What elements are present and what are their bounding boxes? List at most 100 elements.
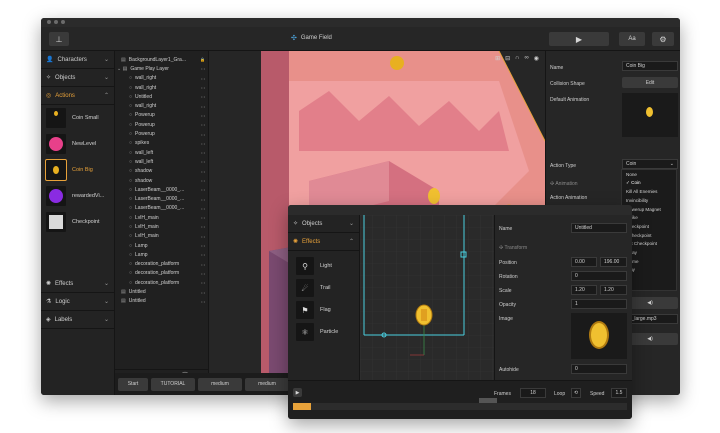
dropdown-option[interactable]: Kill All Enemies [622, 187, 676, 196]
fx-name-field[interactable]: Untitled [571, 223, 627, 233]
link-icon[interactable]: ∞ [524, 55, 528, 62]
layer-row[interactable]: ⌄ ▤ Game Play Layer • • [115, 64, 208, 73]
layer-row[interactable]: ○ wall_right • • [115, 74, 208, 83]
dropdown-option[interactable]: Invincibility [622, 196, 676, 205]
layer-row[interactable]: ○ Powerup • • [115, 111, 208, 120]
scene-medium-button-2[interactable]: medium [245, 377, 289, 391]
window-controls[interactable] [47, 20, 65, 24]
name-field[interactable]: Coin Big [622, 61, 678, 71]
layer-row[interactable]: ▤ BackgroundLayer1_Gra... 🔒 [115, 55, 208, 64]
section-labels[interactable]: ◈ Labels ⌄ [41, 311, 114, 329]
layer-row[interactable]: ○ decoration_platform • • [115, 278, 208, 287]
visibility-icon[interactable]: • • [201, 132, 205, 137]
layer-row[interactable]: ○ LaserBeam__0000_... • • [115, 185, 208, 194]
layer-row[interactable]: ○ Powerup • • [115, 129, 208, 138]
section-objects[interactable]: ✧ Objects ⌄ [41, 69, 114, 87]
font-icon[interactable]: Aa [619, 32, 645, 46]
layer-row[interactable]: ○ wall_right • • [115, 83, 208, 92]
section-actions[interactable]: ◎ Actions ⌃ [41, 87, 114, 105]
dropdown-option[interactable]: ✓ Coin [622, 179, 676, 188]
action-coin-big[interactable]: Coin Big [41, 157, 114, 183]
action-coin-small[interactable]: Coin Small [41, 105, 114, 131]
effect-flag[interactable]: ⚑ Flag [288, 299, 359, 321]
fx-section-effects[interactable]: ✺ Effects ⌃ [288, 233, 359, 251]
hierarchy-icon[interactable]: ⊥ [49, 32, 69, 46]
visibility-icon[interactable]: • • [201, 178, 205, 183]
frames-field[interactable]: 18 [520, 388, 546, 398]
layer-row[interactable]: ○ LaserBeam__0000_... • • [115, 194, 208, 203]
action-new-level[interactable]: NewLevel [41, 131, 114, 157]
opacity-field[interactable]: 1 [571, 299, 627, 309]
section-characters[interactable]: 👤 Characters ⌄ [41, 51, 114, 69]
visibility-icon[interactable]: • • [201, 94, 205, 99]
timeline-play-button[interactable]: ▶ [293, 388, 302, 397]
section-logic[interactable]: ⚗ Logic ⌄ [41, 293, 114, 311]
visibility-icon[interactable]: • • [201, 197, 205, 202]
lock-icon[interactable]: 🔒 [200, 57, 205, 62]
action-checkpoint[interactable]: Checkpoint [41, 209, 114, 235]
layer-row[interactable]: ○ decoration_platform • • [115, 269, 208, 278]
position-x-field[interactable]: 0.00 [571, 257, 597, 267]
visibility-icon[interactable]: • • [201, 206, 205, 211]
layer-row[interactable]: ○ LvlH_main • • [115, 213, 208, 222]
visibility-icon[interactable]: • • [201, 187, 205, 192]
visibility-icon[interactable]: • • [201, 224, 205, 229]
layer-row[interactable]: ○ LvlH_main • • [115, 232, 208, 241]
effect-trail[interactable]: ☄ Trail [288, 277, 359, 299]
layer-row[interactable]: ▤ Untitled • • [115, 287, 208, 296]
layer-row[interactable]: ○ Lamp • • [115, 241, 208, 250]
visibility-icon[interactable]: • • [201, 150, 205, 155]
section-effects[interactable]: ✺ Effects ⌄ [41, 275, 114, 293]
rotation-field[interactable]: 0 [571, 271, 627, 281]
scene-medium-button[interactable]: medium [198, 377, 242, 391]
layer-row[interactable]: ○ Powerup • • [115, 120, 208, 129]
visibility-icon[interactable]: • • [201, 76, 205, 81]
scale-y-field[interactable]: 1.20 [600, 285, 627, 295]
default-animation-preview[interactable] [622, 93, 678, 137]
layer-row[interactable]: ○ Lamp • • [115, 250, 208, 259]
grid-icon[interactable]: ⊞ [495, 55, 500, 62]
eye-icon[interactable]: ◉ [534, 55, 539, 62]
timeline-keyframe[interactable] [293, 403, 311, 410]
position-y-field[interactable]: 196.00 [600, 257, 627, 267]
play-button[interactable]: ▶ [549, 32, 609, 46]
visibility-icon[interactable]: • • [201, 290, 205, 295]
edit-collision-button[interactable]: Edit [622, 77, 678, 88]
effect-light[interactable]: ⚲ Light [288, 255, 359, 277]
layer-row[interactable]: ○ wall_left • • [115, 148, 208, 157]
scale-x-field[interactable]: 1.20 [571, 285, 597, 295]
effects-canvas[interactable] [360, 215, 494, 380]
scene-tutorial-button[interactable]: TUTORIAL [151, 377, 195, 391]
image-preview[interactable] [571, 313, 627, 359]
layer-row[interactable]: ○ LvlH_main • • [115, 222, 208, 231]
scene-start-button[interactable]: Start [118, 377, 148, 391]
visibility-icon[interactable]: • • [201, 280, 205, 285]
autohide-field[interactable]: 0 [571, 364, 627, 374]
visibility-icon[interactable]: • • [201, 66, 205, 71]
magnet-icon[interactable]: ∩ [515, 55, 519, 62]
action-type-select[interactable]: Coin ⌄ [622, 159, 678, 169]
visibility-icon[interactable]: • • [201, 243, 205, 248]
action-rewarded-video[interactable]: rewardedVi... [41, 183, 114, 209]
effect-particle[interactable]: ⚛ Particle [288, 321, 359, 343]
dropdown-option[interactable]: None [622, 170, 676, 179]
gear-icon[interactable]: ⚙ [652, 32, 674, 46]
visibility-icon[interactable]: • • [201, 85, 205, 90]
visibility-icon[interactable]: • • [201, 252, 205, 257]
layer-row[interactable]: ○ shadow • • [115, 167, 208, 176]
visibility-icon[interactable]: • • [201, 234, 205, 239]
layer-row[interactable]: ○ Untitled • • [115, 92, 208, 101]
layer-row[interactable]: ○ spikes • • [115, 139, 208, 148]
layer-row[interactable]: ○ wall_left • • [115, 157, 208, 166]
layer-row[interactable]: ○ shadow • • [115, 176, 208, 185]
visibility-icon[interactable]: • • [201, 271, 205, 276]
fx-section-objects[interactable]: ✧ Objects ⌄ [288, 215, 359, 233]
layer-row[interactable]: ○ decoration_platform • • [115, 260, 208, 269]
loop-icon[interactable]: ⟲ [571, 388, 581, 398]
visibility-icon[interactable]: • • [201, 141, 205, 146]
speed-field[interactable]: 1.5 [611, 388, 627, 398]
visibility-icon[interactable]: • • [201, 169, 205, 174]
layer-row[interactable]: ▤ Untitled • • [115, 297, 208, 306]
visibility-icon[interactable]: • • [201, 159, 205, 164]
visibility-icon[interactable]: • • [201, 215, 205, 220]
